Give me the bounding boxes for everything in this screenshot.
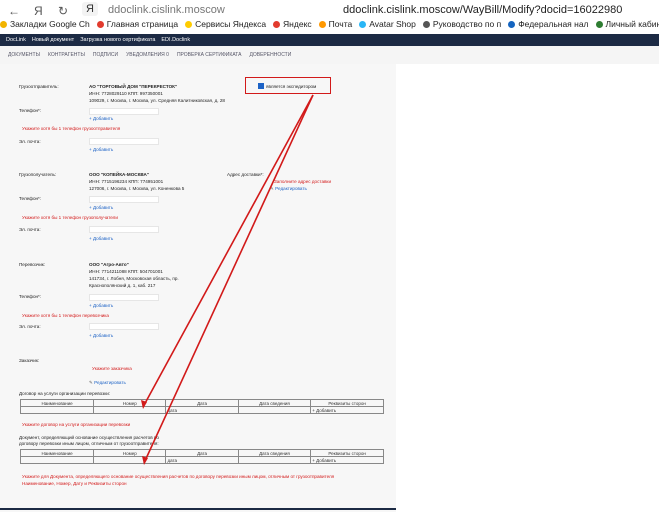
annotation-arrow-1 [142,94,314,408]
annotation-arrows [141,94,314,465]
annotation-arrow-2 [143,94,314,464]
